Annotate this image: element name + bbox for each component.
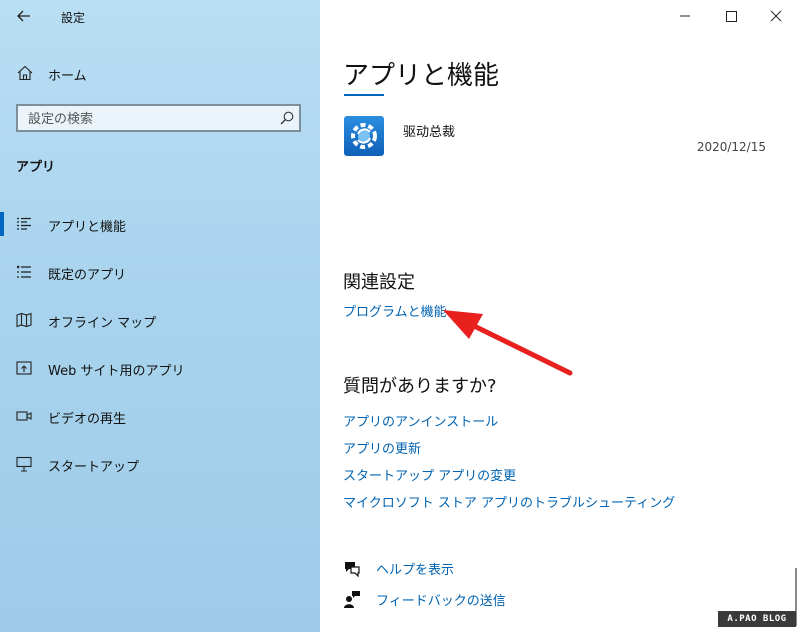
blog-watermark: A.PAO BLOG (718, 611, 796, 627)
annotation-arrow (443, 310, 573, 376)
